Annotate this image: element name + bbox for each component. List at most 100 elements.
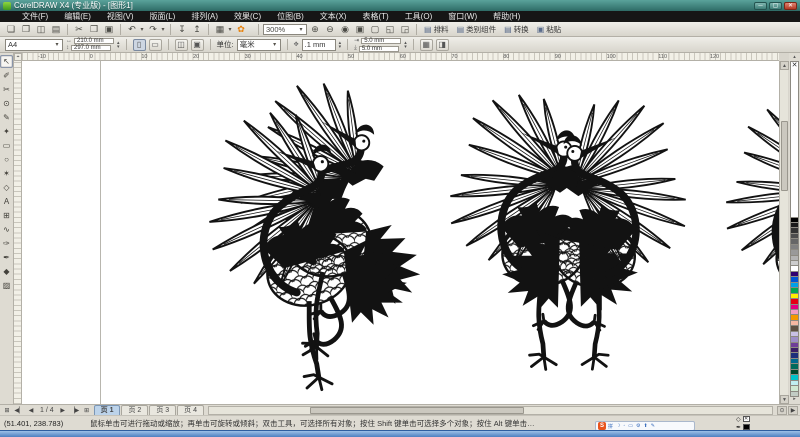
dropdown-caret-icon[interactable]: ▾ [139, 26, 145, 33]
menu-item[interactable]: 视图(V) [99, 11, 142, 22]
page-tab[interactable]: 页 2 [121, 405, 148, 415]
sogou-tool-icon[interactable]: ▭ [628, 423, 633, 430]
zoom-tool[interactable]: ⊙ [0, 97, 13, 110]
freehand-tool[interactable]: ✎ [0, 111, 13, 124]
interactive-blend-tool[interactable]: ∿ [0, 223, 13, 236]
vertical-scroll-thumb[interactable] [781, 121, 788, 191]
zoom-out-icon[interactable]: ⊖ [323, 23, 337, 35]
horizontal-scrollbar[interactable] [208, 406, 773, 415]
app-launcher-icon[interactable]: ▦ [213, 23, 227, 35]
eyedropper-tool[interactable]: ✑ [0, 237, 13, 250]
new-document-icon[interactable]: ❏ [4, 23, 18, 35]
duplicate-x-field[interactable]: 5.0 mm [361, 38, 401, 44]
scroll-down-icon[interactable]: ▼ [780, 395, 789, 404]
smart-fill-tool[interactable]: ✦ [0, 125, 13, 138]
drawing-canvas[interactable] [22, 61, 779, 404]
shape-tool[interactable]: ✐ [0, 69, 13, 82]
interactive-fill-tool[interactable]: ▨ [0, 279, 13, 292]
minimize-button[interactable]: ─ [754, 2, 767, 10]
first-page-icon[interactable]: ◀▏ [14, 407, 24, 414]
fill-tool[interactable]: ◆ [0, 265, 13, 278]
sogou-tool-icon[interactable]: 拼 [608, 423, 613, 430]
sogou-logo-icon[interactable]: S [598, 422, 606, 430]
last-page-icon[interactable]: ▕▶ [70, 407, 80, 414]
sogou-tool-icon[interactable]: ☽ [616, 423, 620, 430]
horizontal-ruler[interactable]: -100102030405060708090100110120 [22, 53, 779, 61]
pick-tool[interactable]: ↖ [0, 55, 13, 68]
paper-width-field[interactable]: 210.0 mm [74, 38, 114, 44]
welcome-screen-icon[interactable]: ✿ [234, 23, 248, 35]
snap-options-button[interactable]: ▦ [420, 39, 433, 51]
nesting-button[interactable]: ▤排料 [421, 23, 452, 35]
table-tool[interactable]: ⊞ [0, 209, 13, 222]
menu-item[interactable]: 表格(T) [354, 11, 396, 22]
sogou-tool-icon[interactable]: ✎ [651, 423, 655, 430]
landscape-orientation-button[interactable]: ▭ [149, 39, 162, 51]
add-page-icon[interactable]: ⊞ [2, 407, 12, 414]
paste-icon[interactable]: ▣ [102, 23, 116, 35]
close-button[interactable]: ✕ [784, 2, 797, 10]
sogou-tool-icon[interactable]: ⚙ [636, 423, 640, 430]
category-component-button[interactable]: ▤类别组件 [454, 23, 500, 35]
zoom-level-combo[interactable]: 300% ▾ [263, 24, 307, 35]
menu-item[interactable]: 帮助(H) [485, 11, 528, 22]
maximize-button[interactable]: ▢ [769, 2, 782, 10]
outline-pen-tool[interactable]: ✒ [0, 251, 13, 264]
nudge-stepper[interactable]: ▴▾ [339, 41, 342, 49]
zoom-all-objects-icon[interactable]: ▣ [353, 23, 367, 35]
cut-icon[interactable]: ✂ [72, 23, 86, 35]
zoom-page-width-icon[interactable]: ◱ [383, 23, 397, 35]
sogou-tool-icon[interactable]: ⬆ [644, 423, 648, 430]
sogou-tool-icon[interactable]: ◦ [624, 423, 626, 430]
palette-scroll-up-icon[interactable]: ▴ [790, 54, 799, 61]
page-tab[interactable]: 页 3 [149, 405, 176, 415]
import-icon[interactable]: ↧ [175, 23, 189, 35]
menu-item[interactable]: 文本(X) [312, 11, 355, 22]
save-icon[interactable]: ◫ [34, 23, 48, 35]
menu-item[interactable]: 文件(F) [14, 11, 56, 22]
menu-item[interactable]: 版面(L) [142, 11, 184, 22]
previous-page-icon[interactable]: ◀ [26, 407, 36, 414]
add-page-icon[interactable]: ⊞ [82, 407, 92, 414]
open-icon[interactable]: ❐ [19, 23, 33, 35]
current-page-button[interactable]: ▣ [191, 39, 204, 51]
portrait-orientation-button[interactable]: ▯ [133, 39, 146, 51]
vertical-scrollbar[interactable]: ▲ ▼ [779, 61, 788, 404]
paste-plugin-button[interactable]: ▣粘贴 [534, 23, 565, 35]
basic-shapes-tool[interactable]: ◇ [0, 181, 13, 194]
no-color-swatch[interactable]: ✕ [790, 61, 799, 218]
ruler-origin-button[interactable]: ⌖ [14, 53, 22, 61]
copy-icon[interactable]: ❒ [87, 23, 101, 35]
polygon-tool[interactable]: ✶ [0, 167, 13, 180]
windows-taskbar[interactable] [0, 430, 800, 437]
duplicate-y-field[interactable]: 5.0 mm [359, 46, 399, 52]
page-tab[interactable]: 页 4 [177, 405, 204, 415]
export-icon[interactable]: ↥ [190, 23, 204, 35]
convert-button[interactable]: ▤转换 [501, 23, 532, 35]
zoom-page-icon[interactable]: ▢ [368, 23, 382, 35]
menu-item[interactable]: 位图(B) [269, 11, 312, 22]
menu-item[interactable]: 效果(C) [226, 11, 269, 22]
nudge-distance-field[interactable]: .1 mm [302, 39, 336, 51]
ellipse-tool[interactable]: ○ [0, 153, 13, 166]
text-tool[interactable]: A [0, 195, 13, 208]
zoom-page-height-icon[interactable]: ◲ [398, 23, 412, 35]
dropdown-caret-icon[interactable]: ▾ [160, 26, 166, 33]
duplicate-stepper[interactable]: ▴▾ [404, 41, 407, 49]
options-button[interactable]: ◨ [436, 39, 449, 51]
rectangle-tool[interactable]: ▭ [0, 139, 13, 152]
all-pages-button[interactable]: ◫ [175, 39, 188, 51]
crop-tool[interactable]: ✂ [0, 83, 13, 96]
menu-item[interactable]: 工具(O) [397, 11, 441, 22]
vertical-ruler[interactable]: 290280270260250240230 [14, 61, 22, 404]
menu-item[interactable]: 编辑(E) [56, 11, 99, 22]
dropdown-caret-icon[interactable]: ▾ [227, 26, 233, 33]
scroll-up-icon[interactable]: ▲ [780, 61, 789, 70]
undo-icon[interactable]: ↶ [125, 23, 139, 35]
palette-flyout-icon[interactable]: ▸ [790, 396, 799, 403]
next-page-icon[interactable]: ▶ [58, 407, 68, 414]
scroll-right-icon[interactable]: ▶ [788, 406, 798, 415]
redo-icon[interactable]: ↷ [146, 23, 160, 35]
print-icon[interactable]: ▤ [49, 23, 63, 35]
paper-height-field[interactable]: 297.0 mm [71, 45, 111, 51]
